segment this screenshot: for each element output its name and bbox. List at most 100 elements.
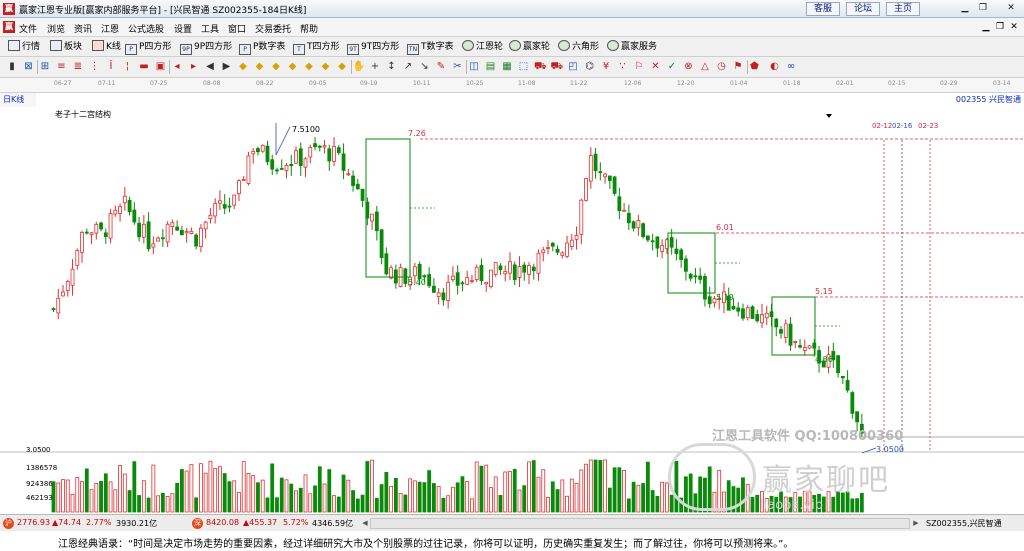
- menu-tools[interactable]: 工具: [201, 22, 219, 35]
- diamond-icon[interactable]: ◆: [303, 61, 315, 73]
- vehicle-icon[interactable]: ⛟: [551, 61, 564, 73]
- nav-9t-square[interactable]: 9T 9T四方形: [347, 40, 399, 55]
- nav-t-table[interactable]: TN T数字表: [407, 40, 454, 55]
- lines-tool-icon[interactable]: ≡: [56, 61, 68, 73]
- pentagon-icon[interactable]: ⬟: [749, 61, 761, 73]
- bars-tool-icon[interactable]: ¦: [122, 61, 134, 73]
- menu-gann[interactable]: 江恩: [101, 22, 119, 35]
- half-icon[interactable]: ◐: [769, 61, 781, 73]
- volume-tool-icon[interactable]: ▬: [138, 61, 150, 73]
- menu-help[interactable]: 帮助: [300, 22, 318, 35]
- volume-bar: [203, 472, 208, 513]
- menu-trade[interactable]: 交易委托: [255, 22, 291, 35]
- menu-file[interactable]: 文件: [19, 22, 37, 35]
- nav-9p-square[interactable]: 9P 9P四方形: [180, 40, 232, 55]
- cancel-icon[interactable]: ⊗: [683, 61, 695, 73]
- forum-link[interactable]: 论坛: [846, 2, 880, 16]
- rewind-icon[interactable]: ◂: [171, 61, 183, 73]
- flag-icon[interactable]: ⚐: [633, 61, 645, 73]
- candle-body: [113, 209, 118, 215]
- panel-icon[interactable]: ◰: [567, 61, 579, 73]
- mdi-minimize-icon[interactable]: ▁: [980, 21, 992, 33]
- diamond-icon[interactable]: ◆: [336, 61, 348, 73]
- forward-icon[interactable]: ▸: [188, 61, 200, 73]
- dots-tool-icon[interactable]: ⋮: [89, 61, 101, 73]
- next-icon[interactable]: ▶: [221, 61, 233, 73]
- forecast-date: 02-16: [892, 122, 913, 130]
- clock-icon[interactable]: ◷: [716, 61, 728, 73]
- customer-service-link[interactable]: 客服: [806, 2, 840, 16]
- candle-body: [579, 199, 584, 235]
- window-icon[interactable]: ◫: [468, 61, 480, 73]
- sheet-icon[interactable]: ▦: [501, 61, 513, 73]
- cross-icon[interactable]: +: [369, 61, 381, 73]
- triangle-icon[interactable]: △: [699, 61, 711, 73]
- crosshair-box-icon[interactable]: ⊠: [23, 61, 35, 73]
- scroll-right-icon[interactable]: ▶: [911, 518, 921, 529]
- bar-tool-icon[interactable]: ▮: [6, 61, 18, 73]
- volume-bar: [603, 459, 607, 513]
- candlestick-chart[interactable]: 3.0500 1386578 924386 462193 02-12 02-16 02-23…: [0, 93, 1024, 514]
- frame-icon[interactable]: ⬚: [518, 61, 530, 73]
- nav-quotes[interactable]: 行情: [8, 40, 40, 54]
- mdi-restore-icon[interactable]: ❐: [994, 21, 1006, 33]
- volume-bar: [508, 471, 512, 513]
- multi-line-icon[interactable]: ≣: [72, 61, 84, 73]
- nav-kline[interactable]: K线: [92, 40, 121, 54]
- hand-icon[interactable]: ✋: [353, 61, 365, 73]
- grid-tool-icon[interactable]: ⊞: [39, 61, 51, 73]
- structure-label[interactable]: 老子十二宫结构: [55, 109, 111, 120]
- nav-hexagon[interactable]: 六角形: [558, 40, 599, 54]
- candle-body: [779, 329, 783, 334]
- nav-t-square[interactable]: T T四方形: [293, 40, 340, 55]
- table-icon[interactable]: ▤: [485, 61, 497, 73]
- function-toolbar: 行情 板块 K线 P P四方形 9P 9P四方形 P P数字表 T T四方形 9T 9T四…: [0, 37, 1024, 57]
- diamond-icon[interactable]: ◆: [320, 61, 332, 73]
- nav-p-table[interactable]: P P数字表: [239, 40, 285, 55]
- zoom-icon[interactable]: ↕: [386, 61, 398, 73]
- trend-icon[interactable]: ↗: [402, 61, 414, 73]
- box-tool-icon[interactable]: ▣: [155, 61, 167, 73]
- dots-icon[interactable]: ∵: [617, 61, 629, 73]
- volume-bar: [137, 495, 141, 513]
- period-label[interactable]: 日K线: [0, 93, 36, 107]
- menu-formula[interactable]: 公式选股: [128, 22, 164, 35]
- diamond-icon[interactable]: ◆: [270, 61, 282, 73]
- cut-icon[interactable]: ✂: [452, 61, 464, 73]
- volume-bar: [536, 476, 541, 513]
- check-icon[interactable]: ✓: [666, 61, 678, 73]
- close-icon[interactable]: ✕: [1004, 2, 1018, 15]
- pen-icon[interactable]: ✎: [435, 61, 447, 73]
- diamond-icon[interactable]: ◆: [237, 61, 249, 73]
- minimize-icon[interactable]: ▁: [958, 2, 972, 15]
- menu-info[interactable]: 资讯: [74, 22, 92, 35]
- vehicle-icon[interactable]: ⛟: [534, 61, 547, 73]
- nav-service[interactable]: 赢家服务: [607, 40, 657, 54]
- infinity-icon[interactable]: ∞: [785, 61, 797, 73]
- nav-winner-wheel[interactable]: 赢家轮: [509, 40, 550, 54]
- prev-icon[interactable]: ◀: [204, 61, 216, 73]
- delete-icon[interactable]: ✕: [650, 61, 662, 73]
- maximize-icon[interactable]: ❐: [976, 2, 990, 15]
- candle-tool-icon[interactable]: Ǐ: [105, 61, 117, 73]
- diamond-icon[interactable]: ◆: [254, 61, 266, 73]
- nav-p-square[interactable]: P P四方形: [125, 40, 171, 55]
- mdi-close-icon[interactable]: ✕: [1008, 21, 1020, 33]
- trend-down-icon[interactable]: ↘: [419, 61, 431, 73]
- volume-bar: [460, 476, 465, 513]
- nav-gann-wheel[interactable]: 江恩轮: [462, 40, 503, 54]
- sh-index-icon[interactable]: 沪: [3, 518, 14, 529]
- hex-icon[interactable]: ⌬: [584, 61, 596, 73]
- menu-browse[interactable]: 浏览: [47, 22, 65, 35]
- menu-settings[interactable]: 设置: [174, 22, 192, 35]
- scroll-left-icon[interactable]: ◀: [360, 518, 370, 529]
- nav-sectors[interactable]: 板块: [50, 40, 82, 54]
- currency-icon[interactable]: ¥: [600, 61, 612, 73]
- chevron-down-icon[interactable]: [826, 114, 832, 118]
- mark-icon[interactable]: ⚑: [732, 61, 744, 73]
- sz-index-icon[interactable]: 深: [192, 518, 203, 529]
- menu-window[interactable]: 窗口: [228, 22, 246, 35]
- diamond-icon[interactable]: ◆: [287, 61, 299, 73]
- homepage-link[interactable]: 主页: [886, 2, 920, 16]
- horizontal-scrollbar[interactable]: [370, 518, 910, 529]
